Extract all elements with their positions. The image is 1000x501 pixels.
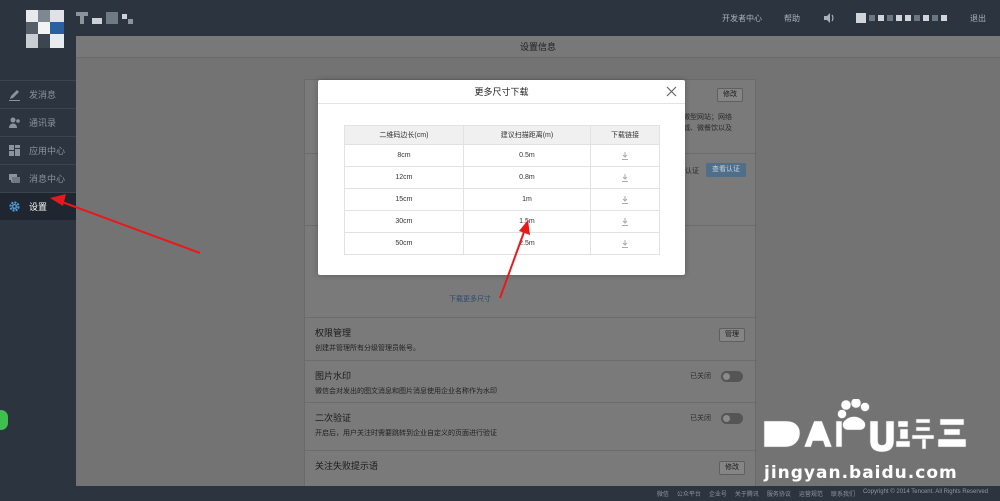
download-icon[interactable] [621, 195, 629, 204]
card-row-permissions: 权限管理 创建并管理所有分级管理员帐号。 管理 [305, 317, 757, 360]
contacts-icon [9, 117, 20, 128]
top-bar: 开发者中心 帮助 退出 [0, 0, 1000, 48]
sidebar: 发消息 通讯录 应用中心 消息中心 设置 [0, 80, 76, 220]
more-sizes-modal: 更多尺寸下载 二维码边长(cm) 建议扫描距离(m) 下载链接 8cm 0.5m… [318, 80, 685, 275]
toggle-label: 已关闭 [690, 415, 711, 422]
peek-text: 城、微餐饮以及 [683, 125, 732, 132]
peek-text: 微型网站；网络 [683, 114, 732, 121]
sidebar-item-message-center[interactable]: 消息中心 [0, 165, 76, 192]
second-verify-toggle[interactable] [721, 413, 743, 424]
help-link[interactable]: 帮助 [784, 13, 800, 24]
sidebar-item-label: 消息中心 [29, 174, 66, 184]
row-title: 权限管理 [315, 328, 352, 338]
table-row: 30cm 1.5m [344, 210, 660, 233]
table-row: 50cm 2.5m [344, 232, 660, 255]
row-desc: 开启后，用户关注时需要跳转到企业自定义的页面进行验证 [315, 430, 497, 437]
distance-cell: 1.5m [462, 210, 592, 233]
pen-icon [9, 90, 20, 101]
download-icon[interactable] [621, 217, 629, 226]
table-row: 15cm 1m [344, 188, 660, 211]
table-row: 12cm 0.8m [344, 166, 660, 189]
modal-title: 更多尺寸下载 [474, 87, 529, 97]
distance-cell: 0.5m [462, 144, 592, 167]
sidebar-item-label: 通讯录 [29, 118, 57, 128]
table-row: 8cm 0.5m [344, 144, 660, 167]
download-cell [590, 232, 660, 255]
distance-cell: 0.8m [462, 166, 592, 189]
download-cell [590, 188, 660, 211]
download-cell [590, 210, 660, 233]
download-icon[interactable] [621, 239, 629, 248]
user-account[interactable] [856, 13, 950, 23]
qr-size-table: 二维码边长(cm) 建议扫描距离(m) 下载链接 8cm 0.5m 12cm 0… [344, 125, 660, 255]
card-row-second-verify: 二次验证 开启后，用户关注时需要跳转到企业自定义的页面进行验证 已关闭 [305, 402, 757, 450]
toggle-label: 已关闭 [690, 373, 711, 380]
download-cell [590, 144, 660, 167]
edit-follow-fail-button[interactable]: 修改 [719, 461, 745, 475]
footer-link[interactable]: 微信 [657, 489, 669, 498]
download-icon[interactable] [621, 173, 629, 182]
page-title: 设置信息 [76, 36, 1000, 58]
logo[interactable] [26, 10, 64, 48]
verify-label: 认证 [685, 168, 699, 175]
apps-icon [9, 145, 20, 156]
modal-header: 更多尺寸下载 [318, 80, 685, 104]
column-header: 二维码边长(cm) [344, 125, 464, 145]
developer-center-link[interactable]: 开发者中心 [722, 13, 762, 24]
card-row-watermark: 图片水印 微信会对发出的图文消息和图片消息使用企业名称作为水印 已关闭 [305, 360, 757, 402]
baidu-jingyan-logo [763, 399, 967, 453]
distance-cell: 1m [462, 188, 592, 211]
row-title: 二次验证 [315, 413, 352, 423]
size-cell: 8cm [344, 144, 464, 167]
download-more-sizes-link[interactable]: 下载更多尺寸 [449, 294, 491, 304]
distance-cell: 2.5m [462, 232, 592, 255]
download-cell [590, 166, 660, 189]
size-cell: 50cm [344, 232, 464, 255]
size-cell: 15cm [344, 188, 464, 211]
row-desc: 创建并管理所有分级管理员帐号。 [315, 345, 420, 352]
brand-name [76, 10, 138, 26]
row-desc: 微信会对发出的图文消息和图片消息使用企业名称作为水印 [315, 388, 497, 395]
sidebar-item-settings[interactable]: 设置 [0, 193, 76, 220]
footer-link[interactable]: 企业号 [709, 489, 727, 498]
sidebar-item-app-center[interactable]: 应用中心 [0, 137, 76, 164]
size-cell: 12cm [344, 166, 464, 189]
volume-icon[interactable] [822, 11, 836, 25]
messages-icon [9, 174, 20, 183]
sidebar-item-label: 应用中心 [29, 146, 66, 156]
size-cell: 30cm [344, 210, 464, 233]
close-icon[interactable] [666, 86, 677, 97]
manage-button[interactable]: 管理 [719, 328, 745, 342]
floating-widget[interactable] [0, 410, 8, 430]
download-icon[interactable] [621, 151, 629, 160]
watermark-url: jingyan.baidu.com [764, 463, 958, 483]
column-header: 建议扫描距离(m) [462, 125, 592, 145]
top-links: 开发者中心 帮助 退出 [722, 0, 1000, 36]
sidebar-item-label: 设置 [29, 202, 48, 212]
sidebar-item-contacts[interactable]: 通讯录 [0, 109, 76, 136]
sidebar-item-label: 发消息 [29, 90, 57, 100]
column-header: 下载链接 [590, 125, 660, 145]
watermark-toggle[interactable] [721, 371, 743, 382]
footer-link[interactable]: 公众平台 [677, 489, 701, 498]
gear-icon [9, 201, 20, 212]
edit-button[interactable]: 修改 [717, 88, 743, 102]
row-title: 图片水印 [315, 371, 352, 381]
sidebar-item-send-message[interactable]: 发消息 [0, 81, 76, 108]
row-title: 关注失败提示语 [315, 461, 379, 471]
table-header-row: 二维码边长(cm) 建议扫描距离(m) 下载链接 [344, 125, 660, 145]
view-verification-button[interactable]: 查看认证 [706, 163, 746, 177]
logout-link[interactable]: 退出 [970, 13, 986, 24]
baidu-watermark: jingyan.baidu.com [750, 399, 986, 493]
